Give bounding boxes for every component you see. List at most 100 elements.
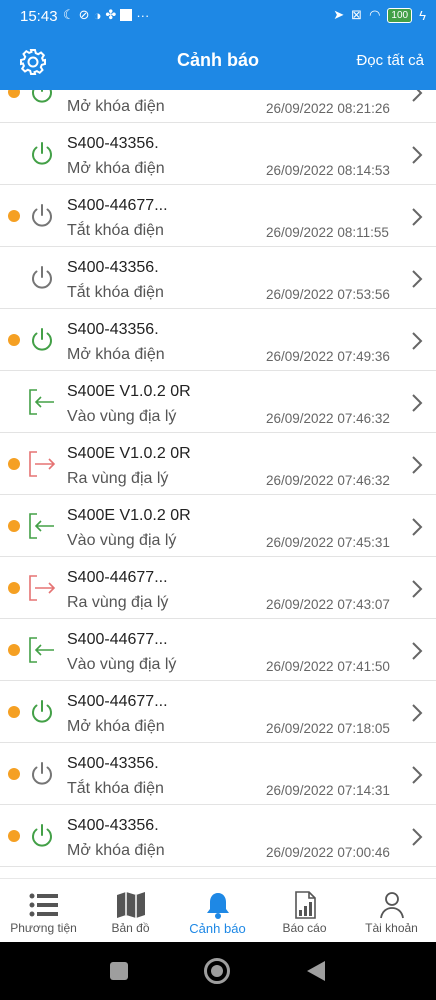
alert-row[interactable]: S400-44677... Tắt khóa điện 26/09/2022 08:… [0,185,436,247]
chevron-right-icon [412,518,423,536]
alert-row[interactable]: S400-44677... Vào vùng địa lý 26/09/2022 0… [0,619,436,681]
nav-item-alerts[interactable]: Cảnh báo [174,879,261,943]
alert-row[interactable]: Mở khóa điện 26/09/2022 08:21:26 [0,90,436,123]
chevron-right-icon [412,642,423,660]
list-icon [29,893,58,917]
alert-row[interactable]: S400-43356. Tắt khóa điện 26/09/2022 07:53… [0,247,436,309]
alert-event: Mở khóa điện [67,718,165,735]
enter-zone-icon [29,637,54,663]
alert-device-name: S400-44677... [67,569,168,586]
unread-dot [8,582,20,594]
read-all-button[interactable]: Đọc tất cả [356,52,424,69]
alert-row[interactable]: S400E V1.0.2 0R [0,867,436,878]
chevron-right-icon [412,766,423,784]
alert-row[interactable]: S400E V1.0.2 0R Ra vùng địa lý 26/09/2022 … [0,433,436,495]
chevron-right-icon [412,580,423,598]
fan-icon: ✤ [105,7,117,22]
location-arrow-icon: ➤ [333,7,345,22]
battery-icon: 100 [387,7,413,23]
alert-time: 26/09/2022 07:53:56 [266,287,390,302]
nav-label: Tài khoản [365,921,418,935]
alert-device-name: S400-43356. [67,321,159,338]
power-icon [32,762,52,785]
alert-event: Vào vùng địa lý [67,408,177,425]
alert-event: Ra vùng địa lý [67,470,169,487]
chevron-right-icon [412,456,423,474]
alert-row[interactable]: S400-43356. Mở khóa điện 26/09/2022 07:00:… [0,805,436,867]
alert-time: 26/09/2022 07:45:31 [266,535,390,550]
bell-icon [207,893,229,919]
alert-row[interactable]: S400-43356. Mở khóa điện 26/09/2022 07:49:… [0,309,436,371]
circle-half-icon: ◑ [93,7,102,23]
alert-device-name: S400-43356. [67,817,159,834]
alert-row[interactable]: S400-43356. Mở khóa điện 26/09/2022 08:14:… [0,123,436,185]
status-time: 15:43 [20,8,58,25]
system-nav-bar [0,942,436,1000]
unread-dot [8,90,20,98]
enter-zone-icon [29,389,54,415]
alert-time: 26/09/2022 07:18:05 [266,721,390,736]
status-bar: 15:43 ☾ ⊘ ◑ ✤ ··· ➤ ⊠ ◠ 100 ϟ [0,0,436,34]
exit-zone-icon [29,451,56,477]
alert-device-name: S400-43356. [67,755,159,772]
chevron-right-icon [412,828,423,846]
unread-dot [8,830,20,842]
alert-event: Tắt khóa điện [67,284,164,301]
wifi-icon: ◠ [369,7,381,22]
power-icon [32,142,52,165]
alert-device-name: S400-43356. [67,135,159,152]
alert-time: 26/09/2022 07:14:31 [266,783,390,798]
alert-time: 26/09/2022 08:14:53 [266,163,390,178]
home-button[interactable] [204,958,230,984]
nav-item-reports[interactable]: Báo cáo [261,879,348,943]
back-button[interactable] [307,961,325,981]
alert-event: Mở khóa điện [67,160,165,177]
recent-apps-button[interactable] [110,962,128,980]
chevron-right-icon [412,208,423,226]
alert-time: 26/09/2022 07:43:07 [266,597,390,612]
alert-row[interactable]: S400E V1.0.2 0R Vào vùng địa lý 26/09/2022… [0,495,436,557]
power-icon [32,328,52,351]
alert-row[interactable]: S400-44677... Ra vùng địa lý 26/09/2022 07… [0,557,436,619]
power-icon [32,824,52,847]
alert-row[interactable]: S400-44677... Mở khóa điện 26/09/2022 07:1… [0,681,436,743]
alert-time: 26/09/2022 08:21:26 [266,101,390,116]
alert-device-name: S400-43356. [67,259,159,276]
status-right-icons: ➤ ⊠ ◠ 100 ϟ [333,7,426,23]
nav-item-vehicles[interactable]: Phương tiện [0,879,87,943]
nav-label: Báo cáo [282,921,327,935]
alert-device-name: S400E V1.0.2 0R [67,383,191,400]
unread-dot [8,210,20,222]
chevron-right-icon [412,704,423,722]
chevron-right-icon [412,394,423,412]
alert-event: Mở khóa điện [67,98,165,115]
alert-device-name: S400-44677... [67,693,168,710]
alert-time: 26/09/2022 07:00:46 [266,845,390,860]
alert-event: Mở khóa điện [67,842,165,859]
power-icon [32,700,52,723]
square-icon [120,9,133,21]
chevron-right-icon [412,332,423,350]
alert-time: 26/09/2022 07:49:36 [266,349,390,364]
app-header: Cảnh báo Đọc tất cả [0,34,436,90]
power-icon [32,90,52,103]
alert-row[interactable]: S400E V1.0.2 0R Vào vùng địa lý 26/09/2022… [0,371,436,433]
alert-event: Ra vùng địa lý [67,594,169,611]
alert-time: 26/09/2022 07:46:32 [266,473,390,488]
nav-item-account[interactable]: Tài khoản [348,879,435,943]
chevron-right-icon [412,146,423,164]
unread-dot [8,520,20,532]
alert-event: Vào vùng địa lý [67,656,177,673]
alert-event: Vào vùng địa lý [67,532,177,549]
power-icon [32,204,52,227]
status-left-icons: ☾ ⊘ ◑ ✤ ··· [63,7,149,23]
charging-bolt-icon: ϟ [419,7,426,23]
unread-dot [8,334,20,346]
no-sync-icon: ⊘ [78,7,90,22]
alert-list[interactable]: Mở khóa điện 26/09/2022 08:21:26 S400-4335… [0,90,436,878]
nav-item-map[interactable]: Bản đồ [87,879,174,943]
alert-time: 26/09/2022 08:11:55 [266,225,389,240]
more-dots-icon: ··· [136,7,150,23]
alert-time: 26/09/2022 07:41:50 [266,659,390,674]
alert-row[interactable]: S400-43356. Tắt khóa điện 26/09/2022 07:14… [0,743,436,805]
